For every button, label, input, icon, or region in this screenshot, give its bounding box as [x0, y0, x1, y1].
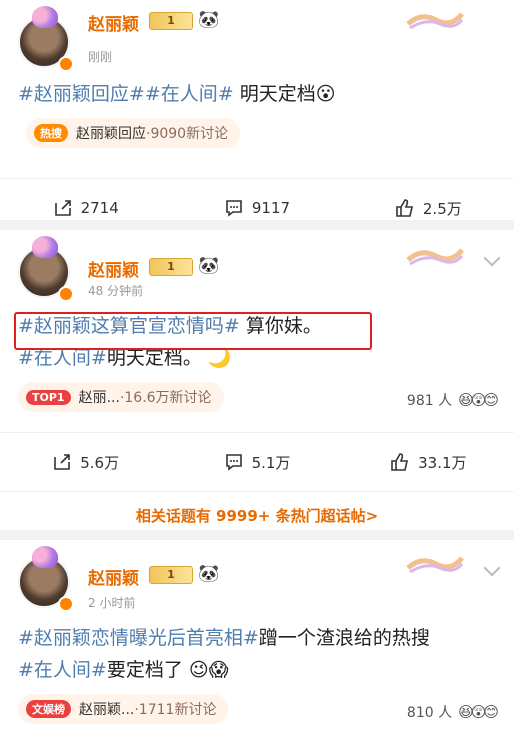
comment-count: 9117	[251, 199, 291, 217]
crown-icon: 1	[149, 12, 193, 30]
action-bar: 2714 9117 2.5万	[0, 178, 514, 237]
verified-icon	[58, 56, 74, 72]
emoji: 😮	[315, 83, 336, 105]
topic-tag[interactable]: #在人间#	[145, 83, 234, 105]
post-time: 刚刚	[88, 50, 113, 64]
sticker-decoration-icon	[406, 248, 464, 266]
comment-count: 5.1万	[251, 453, 291, 472]
reaction-count: 981 人	[406, 393, 453, 409]
like-icon	[396, 199, 413, 217]
forward-button[interactable]: 5.6万	[0, 452, 171, 473]
forward-count: 2714	[80, 199, 119, 217]
sticker-decoration-icon	[406, 556, 464, 574]
avatar-decoration-icon	[32, 546, 58, 568]
reaction-summary[interactable]: 981 人 😆😲😊	[406, 390, 499, 410]
post-body: 要定档了	[106, 659, 183, 681]
panda-icon: 🐼	[198, 10, 220, 30]
post-header: 赵丽颖 1 🐼 2 小时前	[0, 540, 514, 612]
hot-search-title: 赵丽颖回应	[76, 126, 146, 142]
post-time: 2 小时前	[88, 596, 136, 610]
avatar-decoration-icon	[32, 236, 58, 258]
post-text: #赵丽颖回应##在人间# 明天定档😮	[0, 78, 514, 110]
post-time: 48 分钟前	[88, 284, 144, 298]
author-name[interactable]: 赵丽颖	[88, 256, 139, 281]
forward-icon	[54, 200, 71, 216]
hot-search-icon: 文娱榜	[26, 700, 71, 718]
chevron-down-icon[interactable]	[483, 559, 501, 577]
hot-search-pill[interactable]: TOP1 赵丽... ·16.6万新讨论	[18, 382, 224, 412]
action-bar: 5.6万 5.1万 33.1万	[0, 432, 514, 491]
like-count: 33.1万	[418, 453, 467, 472]
reaction-emoji-icon: 😆😲😊	[458, 703, 499, 721]
post-3: 赵丽颖 1 🐼 2 小时前 #赵丽颖恋情曝光后首亮相#蹭一个渣浪给的热搜 #在人…	[0, 540, 514, 755]
hot-search-title: 赵丽颖...	[79, 702, 135, 718]
topic-tag[interactable]: #赵丽颖恋情曝光后首亮相#	[18, 627, 259, 649]
avatar[interactable]	[18, 546, 74, 612]
like-icon	[391, 453, 409, 471]
post-header: 赵丽颖 1 🐼 48 分钟前	[0, 230, 514, 302]
verified-icon	[58, 596, 74, 612]
avatar[interactable]	[18, 236, 74, 302]
reaction-count: 810 人	[406, 705, 453, 721]
crown-icon: 1	[149, 566, 193, 584]
forward-icon	[54, 454, 71, 470]
post-2: 赵丽颖 1 🐼 48 分钟前 #赵丽颖这算官宣恋情吗# 算你妹。 #在人间#明天…	[0, 230, 514, 530]
topic-tag[interactable]: #在人间#	[18, 347, 107, 369]
comment-icon	[226, 200, 242, 217]
hot-search-row: TOP1 赵丽... ·16.6万新讨论 981 人 😆😲😊	[0, 374, 514, 416]
level-label: 1	[167, 14, 175, 27]
emoji: 😉😱	[188, 659, 229, 681]
post-1: 赵丽颖 1 🐼 刚刚 #赵丽颖回应##在人间# 明天定档😮 热搜 赵丽颖回应 ·…	[0, 0, 514, 220]
post-header: 赵丽颖 1 🐼 刚刚	[0, 0, 514, 72]
hot-search-title: 赵丽...	[78, 390, 120, 406]
avatar-decoration-icon	[32, 6, 58, 28]
related-topics-link[interactable]: 相关话题有 9999+ 条热门超话帖>	[0, 491, 514, 538]
avatar[interactable]	[18, 6, 74, 72]
sticker-decoration-icon	[406, 12, 464, 30]
reaction-emoji-icon: 😆😲😊	[458, 391, 499, 409]
level-label: 1	[167, 260, 175, 273]
hot-search-meta: ·1711新讨论	[134, 702, 217, 718]
author-name[interactable]: 赵丽颖	[88, 10, 139, 35]
crown-icon: 1	[149, 258, 193, 276]
comment-icon	[225, 454, 242, 471]
hot-search-row: 文娱榜 赵丽颖... ·1711新讨论 810 人 😆😲😊	[0, 686, 514, 728]
like-button[interactable]: 33.1万	[343, 452, 514, 473]
like-count: 2.5万	[422, 199, 462, 218]
comment-button[interactable]: 9117	[171, 198, 342, 218]
hot-search-pill[interactable]: 文娱榜 赵丽颖... ·1711新讨论	[18, 694, 229, 724]
forward-count: 5.6万	[80, 453, 120, 472]
like-button[interactable]: 2.5万	[343, 198, 514, 219]
forward-button[interactable]: 2714	[0, 198, 171, 218]
level-label: 1	[167, 568, 175, 581]
hot-search-row: 热搜 赵丽颖回应 ·9090新讨论	[0, 110, 514, 152]
hot-search-meta: ·9090新讨论	[146, 126, 229, 142]
topic-tag[interactable]: #在人间#	[18, 659, 107, 681]
hot-search-pill[interactable]: 热搜 赵丽颖回应 ·9090新讨论	[26, 118, 241, 148]
comment-button[interactable]: 5.1万	[171, 452, 342, 473]
post-text: #赵丽颖恋情曝光后首亮相#蹭一个渣浪给的热搜 #在人间#要定档了 😉😱	[0, 622, 514, 686]
hot-search-meta: ·16.6万新讨论	[119, 390, 212, 406]
post-body: 蹭一个渣浪给的热搜	[258, 627, 430, 649]
post-body: 明天定档	[233, 83, 316, 105]
chevron-down-icon[interactable]	[483, 249, 501, 267]
hot-search-icon: TOP1	[26, 389, 71, 405]
author-name[interactable]: 赵丽颖	[88, 564, 139, 589]
reaction-summary[interactable]: 810 人 😆😲😊	[406, 702, 499, 722]
verified-icon	[58, 286, 74, 302]
highlight-box	[14, 312, 372, 350]
panda-icon: 🐼	[198, 256, 220, 276]
post-body: 明天定档。	[106, 347, 202, 369]
hot-search-icon: 热搜	[34, 124, 68, 142]
topic-tag[interactable]: #赵丽颖回应#	[18, 83, 145, 105]
panda-icon: 🐼	[198, 564, 220, 584]
emoji: 🌙	[207, 347, 232, 369]
